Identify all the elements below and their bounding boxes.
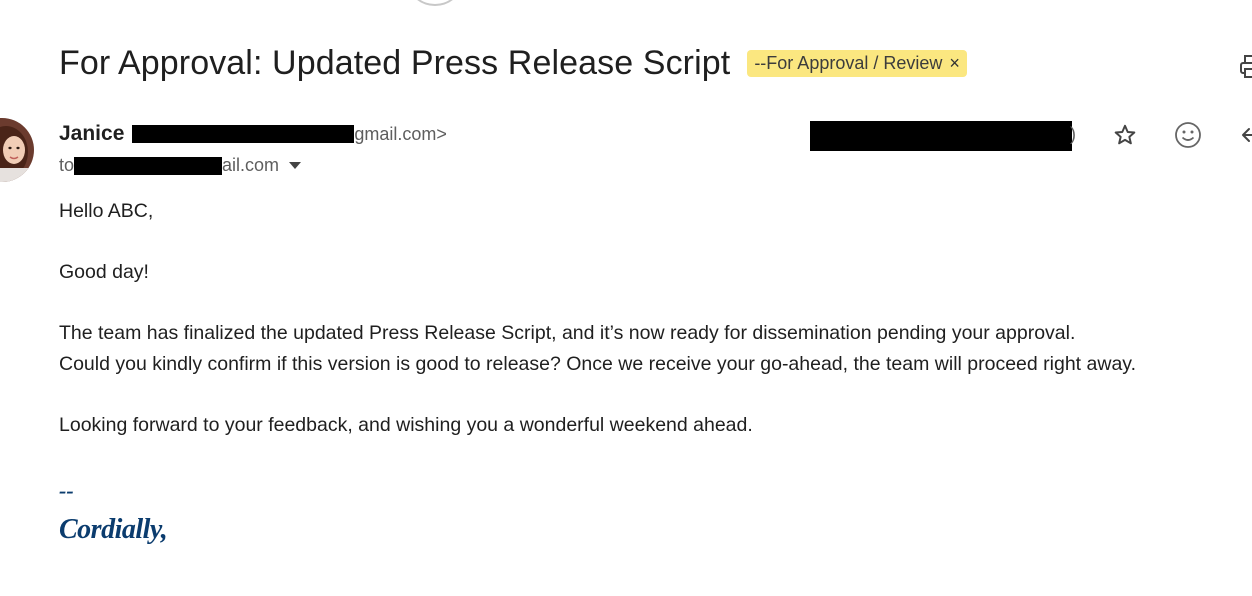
signature-dashes: --: [59, 478, 74, 503]
greeting: Hello ABC,: [59, 200, 154, 222]
star-icon[interactable]: [1110, 120, 1140, 150]
top-loader-circle: [410, 0, 460, 6]
body-line-1: Good day!: [59, 261, 149, 283]
reply-icon[interactable]: [1236, 120, 1252, 150]
sender-line: Janice gmail.com>: [59, 122, 447, 146]
redacted-sender-email: [132, 125, 355, 143]
subject-row: For Approval: Updated Press Release Scri…: [59, 44, 967, 83]
email-subject: For Approval: Updated Press Release Scri…: [59, 44, 731, 82]
date-suffix: ): [1070, 124, 1076, 144]
email-body: Hello ABC, Good day! The team has finali…: [59, 196, 1136, 471]
redacted-date: [810, 121, 1072, 151]
label-chip[interactable]: --For Approval / Review ×: [747, 50, 967, 77]
body-para-1-line-1: The team has finalized the updated Press…: [59, 322, 1076, 344]
dropdown-caret-icon[interactable]: [289, 162, 302, 169]
recipient-prefix: to: [59, 155, 75, 175]
recipient-tail: ail.com: [222, 155, 280, 175]
print-icon[interactable]: [1240, 54, 1252, 80]
sender-name[interactable]: Janice: [59, 122, 124, 146]
remove-label-icon[interactable]: ×: [949, 50, 960, 77]
body-closing-line: Looking forward to your feedback, and wi…: [59, 413, 753, 436]
body-para-1-line-2: Could you kindly confirm if this version…: [59, 352, 1137, 375]
recipient-line: to ail.com: [59, 155, 302, 176]
emoji-icon[interactable]: [1173, 120, 1203, 150]
sender-email-tail: gmail.com>: [354, 124, 447, 144]
label-chip-text: --For Approval / Review: [754, 53, 943, 73]
redacted-recipient: [74, 156, 223, 175]
signature-closing: Cordially,: [59, 514, 168, 545]
sender-avatar[interactable]: [0, 118, 34, 182]
